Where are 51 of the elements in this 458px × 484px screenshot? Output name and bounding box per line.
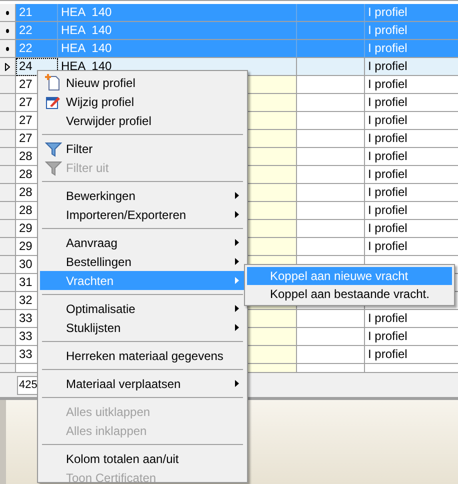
table-cell: I profiel: [365, 40, 458, 58]
current-row-icon: [5, 62, 10, 70]
table-cell: [297, 4, 365, 22]
table-cell: 22: [16, 22, 58, 40]
table-cell: [297, 112, 365, 130]
table-cell: [297, 310, 365, 328]
table-cell: I profiel: [365, 220, 458, 238]
table-cell: I profiel: [365, 166, 458, 184]
table-cell: [297, 58, 365, 76]
menu-item[interactable]: Koppel aan bestaande vracht.: [247, 285, 452, 303]
table-cell: I profiel: [365, 346, 458, 364]
table-cell: 22: [16, 40, 58, 58]
selected-dot-icon: [6, 28, 9, 32]
table-cell: I profiel: [365, 184, 458, 202]
table-cell: [297, 184, 365, 202]
table-cell: I profiel: [365, 4, 458, 22]
table-cell: [297, 202, 365, 220]
table-cell: I profiel: [365, 310, 458, 328]
table-cell: I profiel: [365, 238, 458, 256]
table-cell: 21: [16, 4, 58, 22]
table-cell: [297, 94, 365, 112]
table-cell: [297, 40, 365, 58]
selected-dot-icon: [6, 46, 9, 50]
table-cell: HEA 140: [58, 22, 297, 40]
table-cell: I profiel: [365, 130, 458, 148]
menu-item[interactable]: Kolom totalen aan/uit: [40, 449, 245, 468]
new-document-icon: [45, 74, 61, 91]
funnel-icon: [44, 160, 62, 176]
table-cell: [297, 22, 365, 40]
table-cell: I profiel: [365, 328, 458, 346]
table-cell: [297, 328, 365, 346]
table-cell: HEA 140: [58, 40, 297, 58]
selected-dot-icon: [6, 10, 9, 14]
row-header[interactable]: [0, 40, 16, 58]
row-header[interactable]: [0, 22, 16, 40]
row-header[interactable]: [0, 4, 16, 22]
table-cell: I profiel: [365, 76, 458, 94]
table-cell: I profiel: [365, 22, 458, 40]
table-cell: [297, 166, 365, 184]
table-cell: [297, 130, 365, 148]
table-cell: [297, 76, 365, 94]
funnel-icon: [44, 140, 62, 156]
table-cell: [297, 148, 365, 166]
table-cell: [297, 220, 365, 238]
table-cell: I profiel: [365, 148, 458, 166]
row-header[interactable]: [0, 58, 16, 76]
table-cell: I profiel: [365, 58, 458, 76]
table-cell: I profiel: [365, 94, 458, 112]
table-cell: I profiel: [365, 112, 458, 130]
table-cell: I profiel: [365, 202, 458, 220]
table-cell: HEA 140: [58, 4, 297, 22]
